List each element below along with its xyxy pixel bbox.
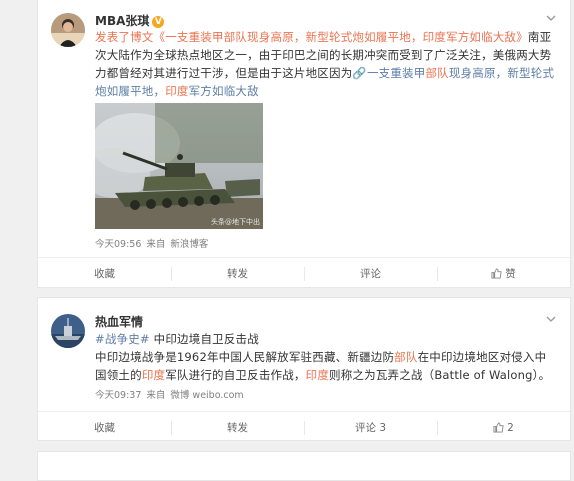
blog-title-link-part: 军方如临大敌》 [446, 30, 528, 44]
comment-label: 评论 [360, 268, 381, 280]
keyword-highlight: 部队 [394, 350, 418, 364]
favorite-label: 收藏 [94, 422, 115, 434]
avatar[interactable] [51, 314, 85, 348]
post-headline: #战争史# 中印边境自卫反击战 [95, 330, 555, 348]
like-label: 赞 [505, 268, 516, 280]
feed-card-3 [37, 451, 571, 481]
verified-badge-icon: V [152, 16, 165, 28]
chevron-down-icon[interactable] [546, 314, 556, 324]
like-button[interactable]: 2 [437, 412, 570, 444]
image-watermark: 头条@地下中出 [211, 218, 260, 226]
favorite-button[interactable]: 收藏 [38, 258, 171, 290]
comment-button[interactable]: 评论 [304, 258, 437, 290]
left-gutter [0, 0, 37, 468]
like-button[interactable]: 赞 [437, 258, 570, 290]
post-source[interactable]: 微博 weibo.com [170, 390, 243, 401]
like-count: 2 [507, 422, 514, 434]
repost-label: 转发 [227, 268, 248, 280]
article-link-part[interactable]: 军方如临大敌 [189, 84, 259, 98]
keyword-highlight: 印度 [165, 84, 189, 98]
favorite-label: 收藏 [94, 268, 115, 280]
repost-button[interactable]: 转发 [171, 412, 304, 444]
keyword-highlight: 印度 [422, 30, 447, 44]
comment-button[interactable]: 评论 3 [304, 412, 437, 444]
headline-text: 中印边境自卫反击战 [153, 332, 259, 346]
post-source[interactable]: 新浪博客 [170, 239, 208, 250]
comment-label: 评论 3 [354, 422, 387, 434]
post-image-tank[interactable]: 头条@地下中出 [95, 103, 263, 229]
post-time[interactable]: 今天09:37 [95, 390, 141, 401]
source-prefix: 来自 [146, 390, 166, 401]
action-bar: 收藏 转发 评论 赞 [38, 257, 570, 290]
repost-label: 转发 [227, 422, 248, 434]
keyword-highlight: 印度 [141, 368, 166, 382]
source-prefix: 来自 [146, 239, 166, 250]
thumbs-up-icon [491, 268, 502, 279]
hashtag-link[interactable]: #战争史# [95, 332, 150, 346]
post-body: 军队进行的自卫反击作战， [165, 368, 306, 382]
feed-card-2: 热血军情 #战争史# 中印边境自卫反击战 中印边境战争是1962年中国人民解放军… [37, 297, 571, 441]
post-meta: 今天09:37 来自 微博 weibo.com [95, 387, 249, 401]
post-meta: 今天09:56 来自 新浪博客 [95, 236, 213, 250]
username[interactable]: MBA张琪 V [95, 12, 165, 29]
post-text: 发表了博文《一支重装甲部队现身高原，新型轮式炮如履平地，印度军方如临大敌》南亚次… [95, 28, 555, 100]
article-link[interactable]: 一支重装甲 [367, 66, 426, 80]
blog-title-link[interactable]: 发表了博文《一支重装甲 [95, 30, 224, 44]
repost-button[interactable]: 转发 [171, 258, 304, 290]
feed-card-1: MBA张琪 V 发表了博文《一支重装甲部队现身高原，新型轮式炮如履平地，印度军方如… [37, 0, 571, 288]
post-time[interactable]: 今天09:56 [95, 239, 141, 250]
blog-title-link-part: 现身高原，新型轮式炮如履平地， [247, 30, 423, 44]
post-body: 则称之为瓦弄之战（Battle of Walong）。 [329, 368, 551, 382]
keyword-highlight: 部队 [425, 66, 449, 80]
chevron-down-icon[interactable] [546, 13, 556, 23]
thumbs-up-icon [493, 422, 504, 433]
favorite-button[interactable]: 收藏 [38, 412, 171, 444]
post-text: 中印边境战争是1962年中国人民解放军驻西藏、新疆边防部队在中印边境地区对侵入中… [95, 348, 555, 384]
keyword-highlight: 部队 [223, 30, 248, 44]
link-icon: 🔗 [352, 66, 367, 80]
post-body: 中印边境战争是1962年中国人民解放军驻西藏、新疆边防 [95, 350, 395, 364]
username[interactable]: 热血军情 [95, 313, 143, 330]
keyword-highlight: 印度 [305, 368, 330, 382]
avatar[interactable] [51, 13, 85, 47]
action-bar: 收藏 转发 评论 3 2 [38, 411, 570, 444]
